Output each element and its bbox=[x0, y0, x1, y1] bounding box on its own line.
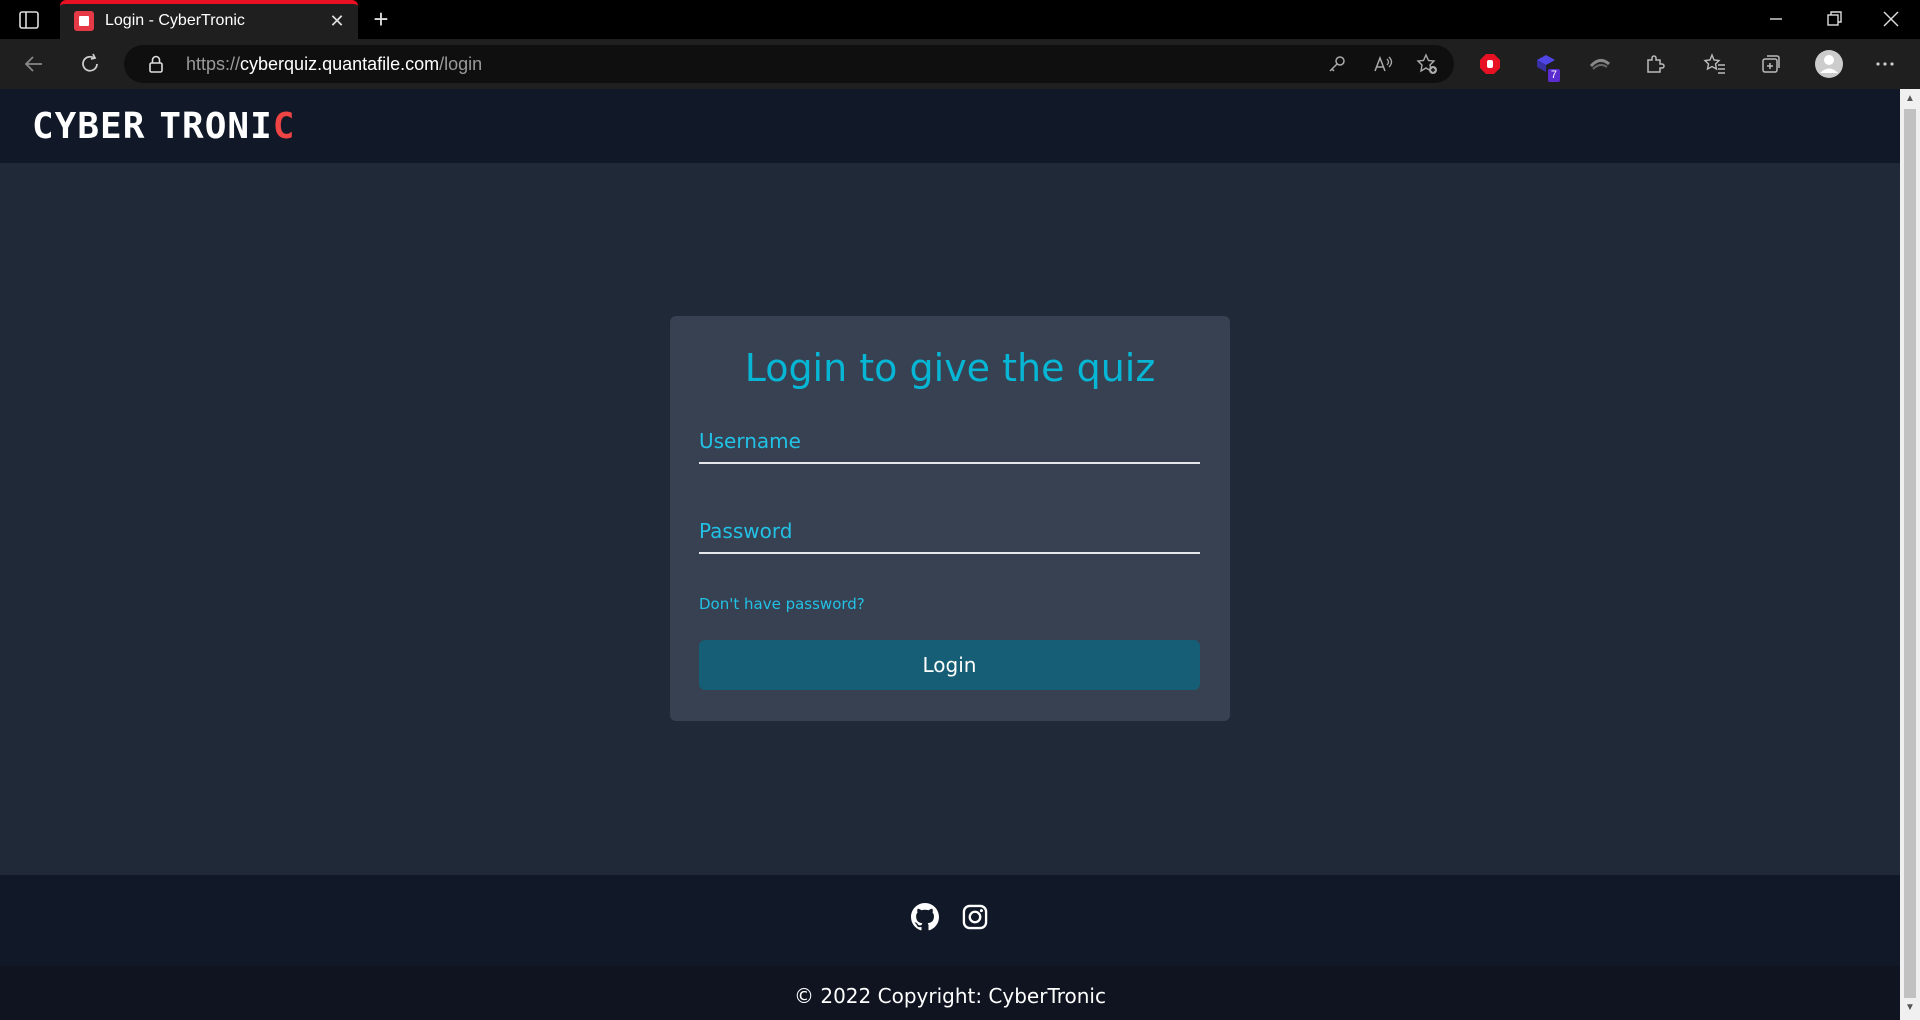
url-scheme: https:// bbox=[186, 54, 241, 74]
back-icon[interactable] bbox=[22, 52, 46, 76]
site-footer: © 2022 Copyright: CyberTronic bbox=[0, 875, 1900, 1020]
refresh-icon[interactable] bbox=[78, 52, 102, 76]
adblock-extension-icon[interactable] bbox=[1478, 52, 1502, 76]
close-window-icon[interactable] bbox=[1879, 8, 1903, 30]
url-host: cyberquiz.quantafile.com bbox=[240, 54, 440, 74]
extension-purple-icon[interactable]: 7 bbox=[1534, 52, 1560, 82]
browser-tab-active[interactable]: Login - CyberTronic ✕ bbox=[60, 0, 358, 39]
scrollbar-thumb[interactable] bbox=[1904, 109, 1916, 998]
tab-title: Login - CyberTronic bbox=[105, 12, 245, 29]
url-text[interactable]: https://cyberquiz.quantafile.com/login bbox=[186, 54, 482, 75]
lock-icon[interactable] bbox=[148, 55, 164, 73]
instagram-icon[interactable] bbox=[961, 903, 989, 931]
minimize-icon[interactable] bbox=[1764, 8, 1788, 30]
close-tab-icon[interactable]: ✕ bbox=[328, 12, 346, 30]
browser-tab-bar: Login - CyberTronic ✕ + bbox=[0, 0, 1920, 39]
password-field bbox=[699, 510, 1200, 554]
add-favorite-icon[interactable] bbox=[1416, 53, 1438, 75]
password-input[interactable] bbox=[699, 510, 1200, 552]
username-input[interactable] bbox=[699, 420, 1200, 462]
site-favicon-icon bbox=[74, 11, 94, 31]
scroll-up-icon[interactable]: ▲ bbox=[1904, 93, 1916, 105]
username-field bbox=[699, 420, 1200, 464]
site-navbar: CYBER TRONIC bbox=[0, 89, 1900, 163]
tab-actions-icon[interactable] bbox=[18, 10, 40, 30]
extensions-puzzle-icon[interactable] bbox=[1643, 52, 1667, 76]
restore-icon[interactable] bbox=[1822, 8, 1846, 30]
github-icon[interactable] bbox=[911, 903, 939, 931]
social-icons bbox=[0, 903, 1900, 933]
scroll-down-icon[interactable]: ▼ bbox=[1904, 1002, 1916, 1014]
collections-icon[interactable] bbox=[1759, 52, 1783, 76]
login-button[interactable]: Login bbox=[699, 640, 1200, 690]
new-tab-icon[interactable]: + bbox=[368, 6, 394, 33]
page-scrollbar[interactable]: ▲ ▼ bbox=[1900, 89, 1920, 1020]
more-options-icon[interactable] bbox=[1873, 52, 1897, 76]
cybertronic-logo[interactable]: CYBER TRONIC bbox=[32, 107, 295, 147]
page-body: CYBER TRONIC Login to give the quiz Don't… bbox=[0, 89, 1900, 1020]
read-aloud-icon[interactable] bbox=[1372, 53, 1394, 75]
url-path: /login bbox=[439, 54, 483, 74]
extension-badge: 7 bbox=[1547, 69, 1560, 82]
address-bar[interactable]: https://cyberquiz.quantafile.com/login bbox=[124, 45, 1454, 83]
login-card: Login to give the quiz Don't have passwo… bbox=[670, 316, 1230, 721]
copyright-bar: © 2022 Copyright: CyberTronic bbox=[0, 966, 1900, 1020]
browser-toolbar: https://cyberquiz.quantafile.com/login 7 bbox=[0, 39, 1920, 89]
extension-gray-icon[interactable] bbox=[1588, 52, 1612, 76]
login-title: Login to give the quiz bbox=[744, 346, 1156, 390]
logo-part-1: CYBER bbox=[32, 106, 146, 147]
favorites-icon[interactable] bbox=[1703, 52, 1727, 76]
key-icon[interactable] bbox=[1326, 53, 1348, 75]
logo-part-3: C bbox=[272, 106, 296, 147]
profile-avatar-icon[interactable] bbox=[1814, 49, 1844, 79]
dont-have-password-link[interactable]: Don't have password? bbox=[699, 595, 865, 613]
logo-part-2: TRONI bbox=[159, 106, 273, 147]
copyright-text: © 2022 Copyright: CyberTronic bbox=[794, 984, 1106, 1008]
